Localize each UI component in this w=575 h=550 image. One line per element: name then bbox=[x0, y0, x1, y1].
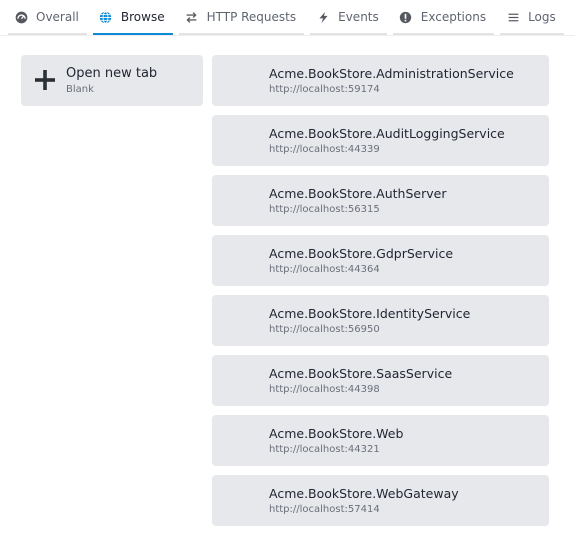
service-card[interactable]: Acme.BookStore.AuditLoggingService http:… bbox=[212, 115, 549, 166]
service-url: http://localhost:56315 bbox=[269, 204, 380, 215]
tab-label: Browse bbox=[120, 10, 165, 24]
tab-logs[interactable]: Logs bbox=[500, 1, 564, 35]
tab-label: Logs bbox=[528, 10, 556, 24]
service-url: http://localhost:56950 bbox=[269, 324, 380, 335]
lightning-icon bbox=[316, 10, 330, 24]
service-name: Acme.BookStore.WebGateway bbox=[269, 486, 459, 501]
service-url: http://localhost:57414 bbox=[269, 504, 380, 515]
exclamation-circle-icon bbox=[399, 10, 413, 24]
service-url: http://localhost:44364 bbox=[269, 264, 380, 275]
service-url: http://localhost:59174 bbox=[269, 84, 380, 95]
tab-exceptions[interactable]: Exceptions bbox=[392, 1, 495, 35]
service-url: http://localhost:44398 bbox=[269, 384, 380, 395]
service-name: Acme.BookStore.SaasService bbox=[269, 366, 453, 381]
service-card[interactable]: Acme.BookStore.GdprService http://localh… bbox=[212, 235, 549, 286]
service-card[interactable]: Acme.BookStore.SaasService http://localh… bbox=[212, 355, 549, 406]
tab-label: Events bbox=[338, 10, 379, 24]
list-lines-icon bbox=[506, 10, 520, 24]
service-name: Acme.BookStore.GdprService bbox=[269, 246, 454, 261]
new-tab-title: Open new tab bbox=[66, 66, 158, 81]
tab-label: Overall bbox=[36, 10, 79, 24]
plus-icon bbox=[34, 69, 56, 91]
service-url: http://localhost:44339 bbox=[269, 144, 380, 155]
service-card[interactable]: Acme.BookStore.AdministrationService htt… bbox=[212, 55, 549, 106]
service-name: Acme.BookStore.AdministrationService bbox=[269, 66, 514, 81]
globe-icon bbox=[99, 10, 113, 24]
service-url: http://localhost:44321 bbox=[269, 444, 380, 455]
service-card[interactable]: Acme.BookStore.WebGateway http://localho… bbox=[212, 475, 549, 526]
browse-panel: Overall Browse HTTP Requests Events Exce… bbox=[0, 0, 575, 550]
tab-browse[interactable]: Browse bbox=[92, 1, 173, 35]
service-name: Acme.BookStore.AuditLoggingService bbox=[269, 126, 505, 141]
tab-label: Exceptions bbox=[420, 10, 487, 24]
service-card[interactable]: Acme.BookStore.Web http://localhost:4432… bbox=[212, 415, 549, 466]
open-new-tab-button[interactable]: Open new tab Blank bbox=[21, 55, 203, 106]
tab-bar: Overall Browse HTTP Requests Events Exce… bbox=[0, 0, 575, 36]
service-card[interactable]: Acme.BookStore.IdentityService http://lo… bbox=[212, 295, 549, 346]
tab-events[interactable]: Events bbox=[310, 1, 387, 35]
arrows-exchange-icon bbox=[185, 10, 199, 24]
tab-overall[interactable]: Overall bbox=[8, 1, 87, 35]
service-name: Acme.BookStore.Web bbox=[269, 426, 404, 441]
service-name: Acme.BookStore.AuthServer bbox=[269, 186, 447, 201]
service-name: Acme.BookStore.IdentityService bbox=[269, 306, 471, 321]
tab-http-requests[interactable]: HTTP Requests bbox=[178, 1, 305, 35]
tab-label: HTTP Requests bbox=[206, 10, 297, 24]
service-card[interactable]: Acme.BookStore.AuthServer http://localho… bbox=[212, 175, 549, 226]
new-tab-subtitle: Blank bbox=[66, 84, 94, 95]
service-list: Acme.BookStore.AdministrationService htt… bbox=[212, 55, 549, 535]
dashboard-icon bbox=[14, 10, 28, 24]
